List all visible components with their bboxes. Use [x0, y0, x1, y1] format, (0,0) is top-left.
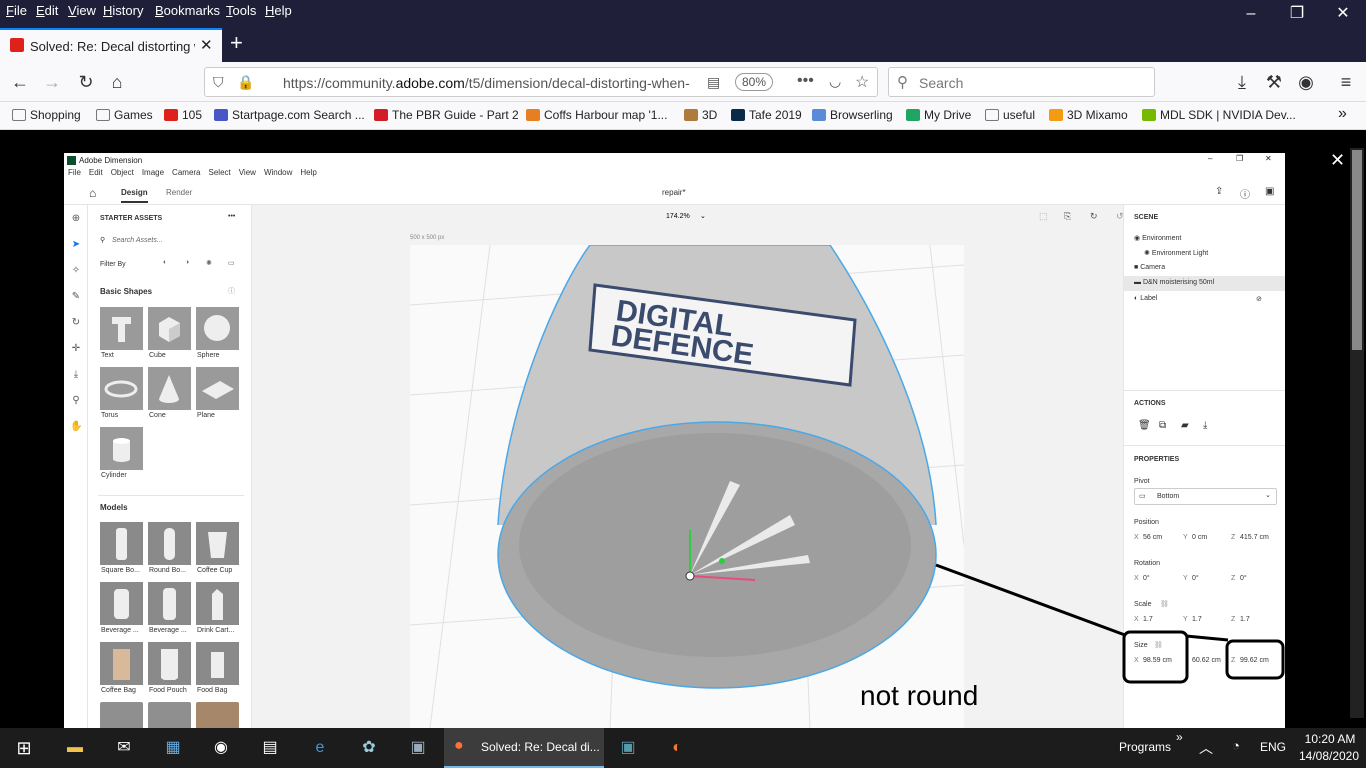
wifi-icon[interactable]: ◔: [1232, 738, 1240, 753]
file-explorer-icon[interactable]: ▬: [63, 736, 87, 760]
blender-icon[interactable]: ◐: [665, 736, 689, 760]
app-icon[interactable]: ▣: [616, 736, 640, 760]
annotation-overlay: [935, 563, 1285, 684]
taskbar: ⊞ ▬ ✉ ▦ ◉ ▤ e ✿ ▣ ● Solved: Re: Decal di…: [0, 728, 1366, 768]
firefox-icon: ●: [454, 737, 464, 754]
taskbar-active-title: Solved: Re: Decal di...: [481, 740, 600, 754]
annotation-text: not round: [860, 680, 979, 711]
paint-icon[interactable]: ✿: [357, 736, 381, 760]
calendar-icon[interactable]: ▤: [258, 736, 282, 760]
clock-time[interactable]: 10:20 AM: [1299, 732, 1361, 746]
clock-date[interactable]: 14/08/2020: [1297, 749, 1361, 763]
store-icon[interactable]: ▦: [161, 736, 185, 760]
toolbar-expand-icon[interactable]: »: [1176, 730, 1183, 744]
taskbar-active-firefox[interactable]: ● Solved: Re: Decal di...: [444, 728, 604, 768]
annotation-box-x: [1122, 630, 1189, 684]
annotation-line: [1185, 634, 1229, 642]
photos-icon[interactable]: ▣: [406, 736, 430, 760]
start-icon[interactable]: ⊞: [12, 736, 36, 760]
mail-icon[interactable]: ✉: [112, 736, 136, 760]
unreal-icon[interactable]: ◉: [209, 736, 233, 760]
annotation-box-z: [1225, 639, 1285, 680]
language-indicator[interactable]: ENG: [1260, 740, 1286, 754]
chevron-up-icon[interactable]: ︿: [1199, 738, 1213, 758]
edge-icon[interactable]: e: [308, 736, 332, 760]
annotation-line: [935, 563, 1126, 637]
programs-toolbar[interactable]: Programs: [1119, 740, 1171, 754]
